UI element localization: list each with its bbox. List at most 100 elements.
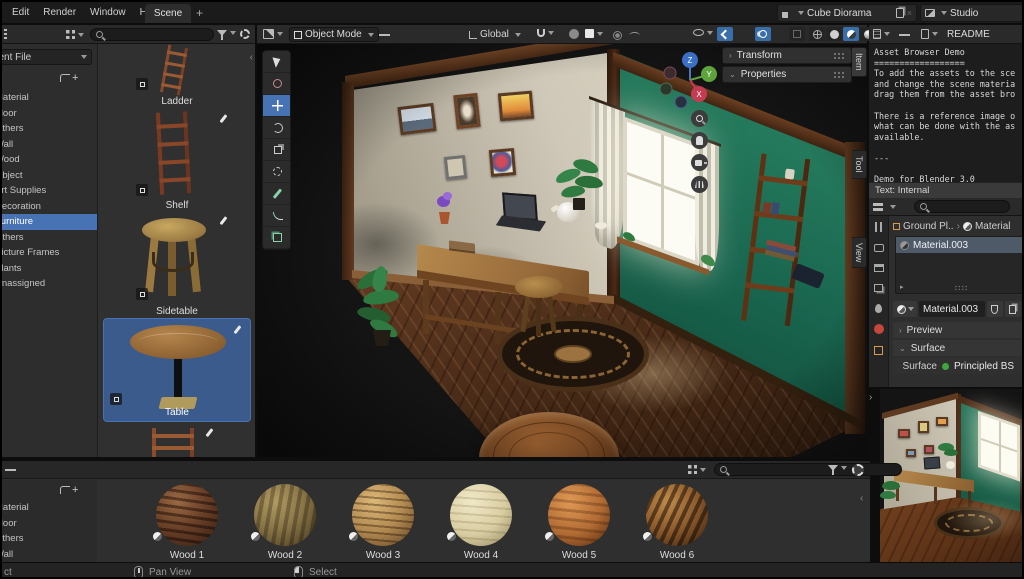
axis-neg-ball[interactable] xyxy=(660,83,672,95)
editor-type-icon[interactable] xyxy=(4,29,7,40)
sidebar-tab-item[interactable]: Item xyxy=(852,47,867,77)
tab-object-icon[interactable] xyxy=(874,346,883,355)
catalog-item[interactable]: Others xyxy=(2,121,97,137)
falloff-curve-icon[interactable] xyxy=(629,32,640,39)
catalog-item[interactable]: Wood xyxy=(2,152,97,168)
asset-item-wood6[interactable]: Wood 6 xyxy=(629,482,725,564)
grip-dots-icon[interactable] xyxy=(954,285,968,290)
shading-wireframe-button[interactable] xyxy=(809,27,825,41)
gear-icon[interactable] xyxy=(240,29,250,39)
catalog-item[interactable]: Material xyxy=(2,500,97,516)
material-browse-button[interactable] xyxy=(893,301,917,317)
tool-add-cube[interactable] xyxy=(263,227,291,249)
pivot-point-button[interactable] xyxy=(585,29,603,38)
asset-search-input[interactable] xyxy=(90,28,214,41)
camera-view-button[interactable] xyxy=(691,154,708,171)
tool-select-box[interactable] xyxy=(263,51,291,73)
material-slot-selected[interactable]: Material.003 xyxy=(896,237,1022,253)
zoom-button[interactable] xyxy=(691,110,708,127)
catalog-item[interactable]: Picture Frames xyxy=(2,245,97,261)
catalog-item[interactable]: Floor xyxy=(2,106,97,122)
editor-type-button[interactable] xyxy=(263,29,283,39)
catalog-new-button[interactable]: + xyxy=(60,484,78,496)
viewport-3d[interactable]: Z Y X › Transform ⌄ Properties Item Tool… xyxy=(257,44,867,457)
tab-scene-icon[interactable] xyxy=(875,304,882,313)
asset-item-partial[interactable] xyxy=(138,426,218,457)
proportional-falloff-icon[interactable] xyxy=(613,31,622,40)
catalog-item[interactable]: Material xyxy=(2,90,97,106)
filter-button[interactable] xyxy=(828,465,847,471)
display-mode-button[interactable] xyxy=(688,465,706,474)
orientation-dropdown[interactable]: Global xyxy=(465,27,525,42)
expand-arrow-icon[interactable]: › xyxy=(869,392,872,403)
asset-item-wood1[interactable]: Wood 1 xyxy=(139,482,235,564)
surface-shader-value[interactable]: Principled BS xyxy=(954,361,1014,372)
catalog-item[interactable]: Object xyxy=(2,168,97,184)
add-workspace-button[interactable]: + xyxy=(196,6,203,20)
menu-window[interactable]: Window xyxy=(90,7,126,18)
tab-tool-icon[interactable] xyxy=(874,222,883,232)
perspective-button[interactable] xyxy=(691,176,708,193)
asset-item-sidetable[interactable] xyxy=(128,212,228,308)
asset-item-wood4[interactable]: Wood 4 xyxy=(433,482,529,564)
properties-editor-icon[interactable] xyxy=(873,202,883,212)
proportional-editing-icon[interactable] xyxy=(569,29,579,39)
navigation-gizmo[interactable]: Z Y X xyxy=(657,47,721,109)
tool-rotate[interactable] xyxy=(263,117,291,139)
shading-material-button[interactable] xyxy=(843,27,859,41)
display-mode-button[interactable] xyxy=(66,30,84,39)
xray-toggle[interactable] xyxy=(789,27,805,41)
catalog-item[interactable]: Plants xyxy=(2,261,97,277)
tool-move[interactable] xyxy=(263,95,291,117)
overlays-toggle[interactable] xyxy=(755,27,771,41)
breadcrumb-object[interactable]: Ground Pl.. xyxy=(903,221,954,232)
catalog-item[interactable]: Decoration xyxy=(2,199,97,215)
catalog-new-button[interactable]: + xyxy=(60,72,78,84)
catalog-item[interactable]: Unassigned xyxy=(2,276,97,292)
bottom-search-input[interactable] xyxy=(714,463,902,476)
tool-transform[interactable] xyxy=(263,161,291,183)
asset-item-table-selected[interactable]: Table xyxy=(103,318,251,422)
sidebar-tab-tool[interactable]: Tool xyxy=(852,150,867,179)
workspace-tab-scene[interactable]: Scene xyxy=(145,4,191,23)
breadcrumb-material[interactable]: Material xyxy=(975,221,1011,232)
tool-annotate[interactable] xyxy=(263,183,291,205)
unlink-scene-icon[interactable]: × xyxy=(907,8,912,18)
tab-output-icon[interactable] xyxy=(874,264,884,272)
text-editor-body[interactable]: Asset Browser Demo ================== To… xyxy=(869,44,1024,182)
n-panel-properties[interactable]: ⌄ Properties xyxy=(722,66,852,83)
text-datablock-name[interactable]: README xyxy=(947,29,990,40)
expand-arrow-icon[interactable]: ▸ xyxy=(900,283,904,291)
new-scene-icon[interactable] xyxy=(896,8,904,18)
asset-item-wood5[interactable]: Wood 5 xyxy=(531,482,627,564)
shading-solid-button[interactable] xyxy=(826,27,842,41)
new-material-button[interactable] xyxy=(1005,301,1021,317)
text-editor-type-button[interactable] xyxy=(873,29,890,39)
menu-edit[interactable]: Edit xyxy=(12,7,29,18)
catalog-item-furniture-selected[interactable]: Furniture xyxy=(2,214,97,230)
axis-neg-ball[interactable] xyxy=(664,67,676,79)
gizmos-toggle[interactable] xyxy=(717,27,733,41)
catalog-item[interactable]: Art Supplies xyxy=(2,183,97,199)
drag-dots-icon[interactable] xyxy=(833,52,845,59)
visibility-button[interactable] xyxy=(693,29,713,36)
tool-scale[interactable] xyxy=(263,139,291,161)
catalog-item[interactable]: Others xyxy=(2,531,97,547)
catalog-item[interactable]: Floor xyxy=(2,516,97,532)
surface-panel-header[interactable]: ⌄ Surface xyxy=(893,340,1024,356)
catalog-item[interactable]: Wall xyxy=(2,547,97,563)
view-layer-selector[interactable]: Studio xyxy=(920,4,1024,22)
collapse-arrow-icon[interactable]: ‹ xyxy=(860,493,863,504)
tool-cursor[interactable] xyxy=(263,73,291,95)
catalog-item[interactable]: Others xyxy=(2,230,97,246)
filter-button[interactable] xyxy=(217,30,236,36)
scene-selector[interactable]: Cube Diorama × xyxy=(777,4,917,22)
tab-viewlayer-icon[interactable] xyxy=(874,284,883,292)
tab-render-icon[interactable] xyxy=(874,244,884,252)
collapse-arrow-icon[interactable]: ‹ xyxy=(250,52,253,63)
tool-measure[interactable] xyxy=(263,205,291,227)
n-panel-transform[interactable]: › Transform xyxy=(722,47,852,64)
drag-dots-icon[interactable] xyxy=(833,71,845,78)
asset-item-shelf[interactable] xyxy=(128,108,228,204)
asset-item-wood3[interactable]: Wood 3 xyxy=(335,482,431,564)
